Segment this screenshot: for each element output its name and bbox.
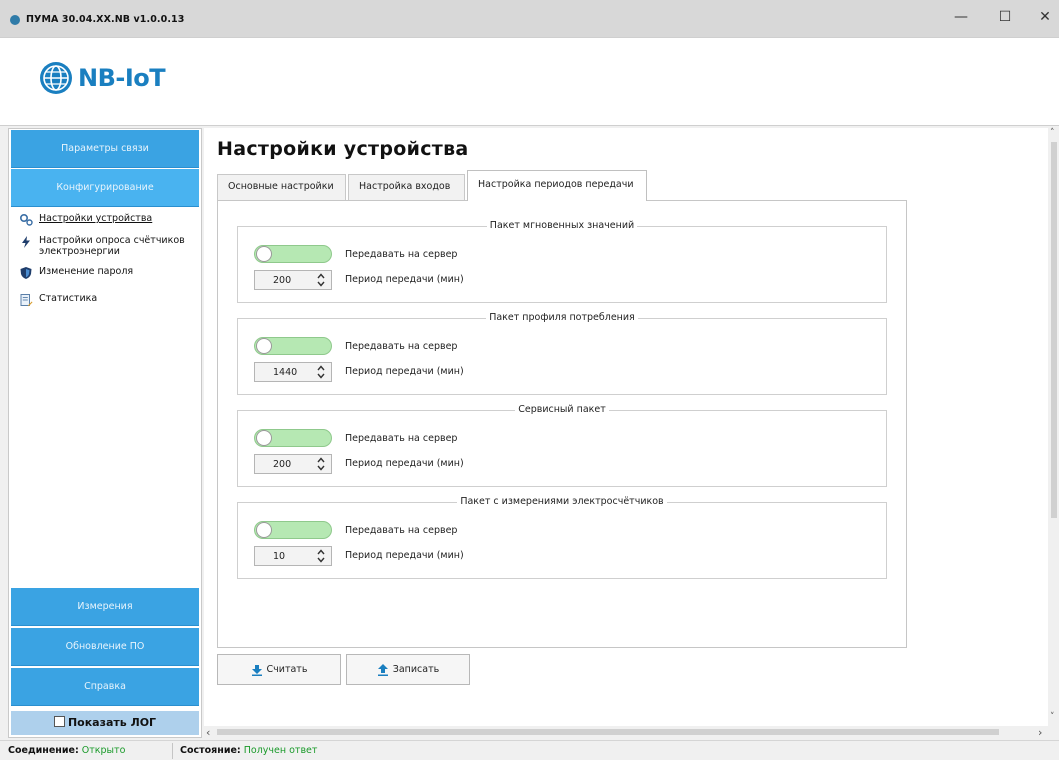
period-spinbox[interactable]: 1440 <box>254 362 332 382</box>
sidebar: Параметры связи Конфигурирование Настрой… <box>8 128 202 738</box>
logo: NB-IoT <box>38 53 166 103</box>
sidebar-item-label: Настройки опроса счётчиков электроэнерги… <box>39 235 185 257</box>
horizontal-scroll-thumb[interactable] <box>217 729 999 735</box>
tab-inputs[interactable]: Настройка входов <box>348 174 465 200</box>
lightning-icon <box>22 236 30 248</box>
state-value: Получен ответ <box>243 745 318 756</box>
scroll-down-icon[interactable]: ˅ <box>1050 712 1055 722</box>
tab-transmission-periods[interactable]: Настройка периодов передачи <box>467 170 647 201</box>
read-button[interactable]: Считать <box>217 654 341 685</box>
nav-help[interactable]: Справка <box>11 668 199 706</box>
period-label: Период передачи (мин) <box>345 550 464 561</box>
toggle-knob <box>256 430 272 446</box>
close-button[interactable]: ✕ <box>1030 6 1059 28</box>
toggle-label: Передавать на сервер <box>345 249 458 260</box>
sidebar-item-meter-polling[interactable]: Настройки опроса счётчиков электроэнерги… <box>19 235 199 257</box>
period-value: 200 <box>273 275 292 286</box>
scroll-right-icon[interactable]: › <box>1038 726 1042 739</box>
group-meter-measurements: Пакет с измерениями электросчётчиков Пер… <box>237 496 887 579</box>
gears-icon <box>19 213 33 226</box>
connection-value: Открыто <box>81 745 126 756</box>
status-bar: Соединение: Открыто Состояние: Получен о… <box>0 740 1059 760</box>
vertical-scroll-thumb[interactable] <box>1051 142 1057 518</box>
status-divider <box>172 743 173 759</box>
sidebar-item-label: Изменение пароля <box>39 266 134 277</box>
write-button[interactable]: Записать <box>346 654 470 685</box>
read-button-label: Считать <box>266 664 308 675</box>
spin-arrows-icon[interactable] <box>317 272 325 288</box>
toggle-knob <box>256 246 272 262</box>
connection-status: Соединение: Открыто <box>8 745 125 756</box>
spin-arrows-icon[interactable] <box>317 548 325 564</box>
shield-icon <box>20 267 32 279</box>
sidebar-item-label: Статистика <box>39 293 98 304</box>
page-title: Настройки устройства <box>217 138 469 160</box>
report-icon <box>20 294 33 307</box>
toggle-label: Передавать на сервер <box>345 525 458 536</box>
period-value: 1440 <box>273 367 298 378</box>
group-instant-values: Пакет мгновенных значений Передавать на … <box>237 220 887 303</box>
state-status: Состояние: Получен ответ <box>180 745 317 756</box>
checkbox-box[interactable] <box>53 716 65 727</box>
toggle-label: Передавать на сервер <box>345 433 458 444</box>
logo-text: NB-IoT <box>78 64 166 92</box>
maximize-button[interactable]: ☐ <box>990 6 1020 28</box>
tab-main-settings[interactable]: Основные настройки <box>217 174 346 200</box>
tab-panel: Пакет мгновенных значений Передавать на … <box>217 200 907 648</box>
download-arrow-icon <box>251 664 262 676</box>
sidebar-item-statistics[interactable]: Статистика <box>19 293 97 307</box>
period-spinbox[interactable]: 200 <box>254 270 332 290</box>
connection-label: Соединение: <box>8 745 79 756</box>
group-title: Сервисный пакет <box>515 404 609 415</box>
send-to-server-toggle[interactable] <box>254 245 332 263</box>
state-label: Состояние: <box>180 745 241 756</box>
title-bar: ПУМА 30.04.XX.NB v1.0.0.13 — ☐ ✕ <box>0 0 1059 38</box>
write-button-label: Записать <box>392 664 440 675</box>
minimize-button[interactable]: — <box>946 6 976 28</box>
window-title: ПУМА 30.04.XX.NB v1.0.0.13 <box>26 14 185 25</box>
toggle-knob <box>256 522 272 538</box>
send-to-server-toggle[interactable] <box>254 337 332 355</box>
show-log-label: Показать ЛОГ <box>67 716 157 729</box>
period-value: 10 <box>273 551 286 562</box>
globe-icon <box>40 62 72 94</box>
group-service-packet: Сервисный пакет Передавать на сервер 200… <box>237 404 887 487</box>
main-panel: Настройки устройства Основные настройки … <box>204 128 1048 726</box>
send-to-server-toggle[interactable] <box>254 521 332 539</box>
sidebar-item-label: Настройки устройства <box>39 213 153 224</box>
period-value: 200 <box>273 459 292 470</box>
group-title: Пакет профиля потребления <box>486 312 638 323</box>
sidebar-item-device-settings[interactable]: Настройки устройства <box>19 213 152 227</box>
nav-configuration[interactable]: Конфигурирование <box>11 169 199 207</box>
sidebar-item-change-password[interactable]: Изменение пароля <box>19 266 133 280</box>
scroll-up-icon[interactable]: ˄ <box>1050 128 1055 138</box>
nav-firmware-update[interactable]: Обновление ПО <box>11 628 199 666</box>
send-to-server-toggle[interactable] <box>254 429 332 447</box>
show-log-checkbox[interactable]: Показать ЛОГ <box>11 711 199 735</box>
group-title: Пакет с измерениями электросчётчиков <box>457 496 667 507</box>
app-icon <box>10 15 20 25</box>
vertical-scrollbar[interactable]: ˄ ˅ <box>1048 128 1059 726</box>
period-spinbox[interactable]: 200 <box>254 454 332 474</box>
group-title: Пакет мгновенных значений <box>486 220 638 231</box>
period-label: Период передачи (мин) <box>345 458 464 469</box>
period-spinbox[interactable]: 10 <box>254 546 332 566</box>
period-label: Период передачи (мин) <box>345 274 464 285</box>
spin-arrows-icon[interactable] <box>317 364 325 380</box>
spin-arrows-icon[interactable] <box>317 456 325 472</box>
nav-measurements[interactable]: Измерения <box>11 588 199 626</box>
group-consumption-profile: Пакет профиля потребления Передавать на … <box>237 312 887 395</box>
header: NB-IoT <box>0 38 1059 126</box>
nav-communication-params[interactable]: Параметры связи <box>11 130 199 168</box>
upload-arrow-icon <box>377 663 388 676</box>
period-label: Период передачи (мин) <box>345 366 464 377</box>
horizontal-scrollbar[interactable]: ‹ › <box>204 726 1048 739</box>
scroll-left-icon[interactable]: ‹ <box>206 726 210 739</box>
toggle-label: Передавать на сервер <box>345 341 458 352</box>
toggle-knob <box>256 338 272 354</box>
